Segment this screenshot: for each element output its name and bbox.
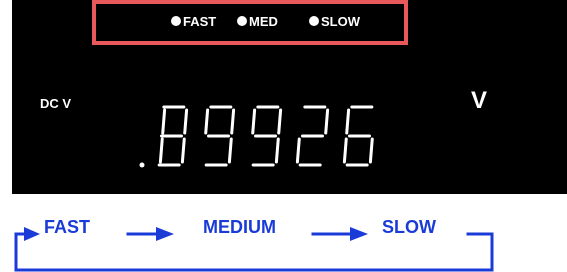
entry-arrowhead-icon [24,227,40,241]
decimal-point [139,162,145,168]
speed-indicator-fast: FAST [171,12,216,30]
arrowhead-icon [156,227,174,241]
function-label: DC V [40,96,72,111]
arrowhead-icon [350,227,368,241]
reading-digits [139,105,374,168]
indicator-dot-icon [171,16,181,26]
speed-indicator-label: FAST [183,13,217,29]
reading-digit [204,105,236,167]
speed-indicator-med: MED [237,12,278,30]
speed-indicator-label: SLOW [321,13,360,29]
meter-display: FAST MED SLOW DC V V [12,0,567,194]
speed-indicator-label: MED [249,13,278,29]
legend-step-fast: FAST [44,217,91,237]
legend-step-slow: SLOW [382,217,436,237]
indicator-dot-icon [309,16,319,26]
speed-indicator-slow: SLOW [309,12,360,30]
indicator-dot-icon [237,16,247,26]
legend-step-medium: MEDIUM [203,217,276,237]
reading-digit [342,105,374,167]
unit-label: V [471,87,488,114]
reading-digit [251,105,283,167]
reading-digit [295,105,330,167]
